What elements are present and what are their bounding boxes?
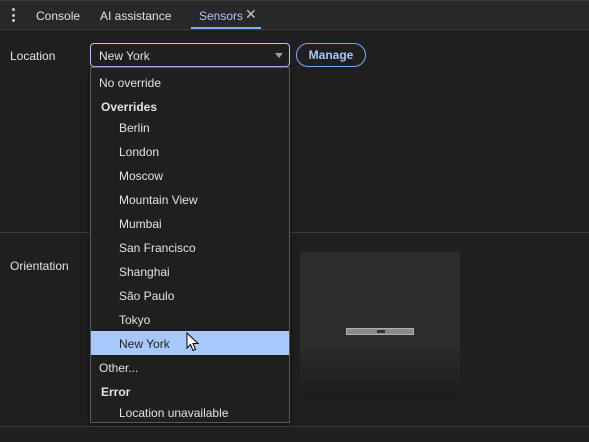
option-label: Shanghai [119, 265, 170, 279]
option-berlin[interactable]: Berlin [91, 115, 289, 139]
orientation-floor [300, 348, 460, 402]
orientation-preview[interactable] [300, 252, 460, 402]
top-border [0, 0, 589, 1]
option-label: Berlin [119, 121, 150, 135]
option-label: São Paulo [119, 289, 175, 303]
option-label: Moscow [119, 169, 164, 183]
option-other[interactable]: Other... [91, 355, 289, 379]
group-label: Error [101, 385, 131, 399]
kebab-menu-icon[interactable] [6, 8, 20, 22]
option-mumbai[interactable]: Mumbai [91, 211, 289, 235]
device-model [346, 328, 414, 335]
option-label: New York [119, 337, 170, 351]
option-label: San Francisco [119, 241, 196, 255]
manage-button[interactable]: Manage [296, 43, 366, 67]
close-icon[interactable]: ✕ [245, 6, 257, 23]
tab-sensors[interactable]: Sensors [199, 9, 243, 23]
option-tokyo[interactable]: Tokyo [91, 307, 289, 331]
device-camera [377, 330, 385, 333]
option-label: Mumbai [119, 217, 162, 231]
option-label: No override [99, 76, 162, 90]
tab-bar: Console AI assistance Sensors ✕ [0, 0, 589, 30]
location-label: Location [10, 49, 56, 63]
option-location-unavailable[interactable]: Location unavailable [91, 400, 289, 422]
chevron-down-icon [275, 53, 283, 58]
option-label: Other... [99, 361, 139, 375]
tab-console[interactable]: Console [36, 9, 80, 23]
option-london[interactable]: London [91, 139, 289, 163]
tab-ai-assistance[interactable]: AI assistance [100, 9, 171, 23]
option-shanghai[interactable]: Shanghai [91, 259, 289, 283]
section-divider [0, 232, 589, 233]
option-san-francisco[interactable]: San Francisco [91, 235, 289, 259]
option-label: Tokyo [119, 313, 151, 327]
location-select-value: New York [99, 49, 150, 63]
option-no-override[interactable]: No override [91, 70, 289, 94]
option-label: Location unavailable [119, 406, 229, 420]
option-sao-paulo[interactable]: São Paulo [91, 283, 289, 307]
option-label: Mountain View [119, 193, 198, 207]
option-label: London [119, 145, 160, 159]
option-mountain-view[interactable]: Mountain View [91, 187, 289, 211]
bottom-bar [0, 426, 589, 442]
orientation-label: Orientation [10, 259, 69, 273]
tab-bar-divider [0, 29, 589, 30]
mouse-pointer-icon [186, 332, 200, 352]
group-label: Overrides [101, 100, 158, 114]
location-select[interactable]: New York [90, 43, 290, 67]
option-moscow[interactable]: Moscow [91, 163, 289, 187]
location-dropdown[interactable]: No override Overrides Berlin London Mosc… [90, 67, 290, 423]
